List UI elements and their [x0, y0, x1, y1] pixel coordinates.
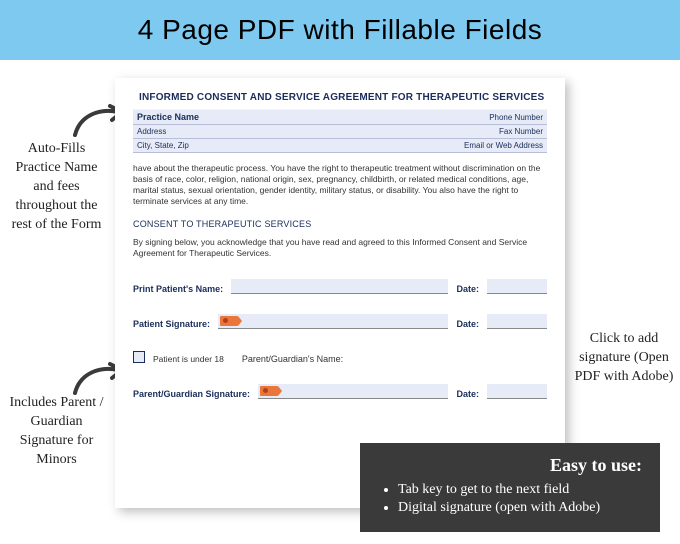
banner-title: 4 Page PDF with Fillable Fields: [138, 14, 543, 46]
print-name-label: Print Patient's Name:: [133, 284, 223, 294]
patient-signature-row: Patient Signature: Date:: [133, 314, 547, 329]
annotation-parent-signature: Includes Parent / Guardian Signature for…: [4, 394, 109, 470]
guardian-signature-date-input[interactable]: [487, 384, 547, 399]
date-label: Date:: [456, 319, 479, 329]
easy-title: Easy to use:: [378, 455, 642, 476]
print-name-row: Print Patient's Name: Date:: [133, 279, 547, 294]
guardian-signature-row: Parent/Guardian Signature: Date:: [133, 384, 547, 399]
patient-signature-label: Patient Signature:: [133, 319, 210, 329]
easy-list: Tab key to get to the next field Digital…: [378, 482, 642, 516]
signature-flag-icon: [220, 316, 238, 326]
city-field[interactable]: City, State, Zip: [133, 139, 318, 153]
guardian-signature-label: Parent/Guardian Signature:: [133, 389, 250, 399]
consent-heading: CONSENT TO THERAPEUTIC SERVICES: [133, 219, 547, 229]
body-paragraph: have about the therapeutic process. You …: [133, 163, 547, 207]
signature-flag-icon: [260, 386, 278, 396]
guardian-signature-input[interactable]: [258, 384, 448, 399]
address-field[interactable]: Address: [133, 125, 318, 139]
annotation-click-signature: Click to add signature (Open PDF with Ad…: [574, 330, 674, 387]
practice-header-table: Practice Name Phone Number Address Fax N…: [133, 109, 547, 153]
minor-row: Patient is under 18 Parent/Guardian's Na…: [133, 351, 547, 364]
practice-name-field[interactable]: Practice Name: [133, 110, 318, 125]
patient-signature-input[interactable]: [218, 314, 448, 329]
under-18-label: Patient is under 18: [153, 354, 224, 364]
print-name-input[interactable]: [231, 279, 448, 294]
easy-to-use-callout: Easy to use: Tab key to get to the next …: [360, 443, 660, 532]
banner: 4 Page PDF with Fillable Fields: [0, 0, 680, 60]
list-item: Tab key to get to the next field: [398, 482, 642, 498]
guardian-name-label: Parent/Guardian's Name:: [242, 354, 343, 364]
document-heading-row: INFORMED CONSENT AND SERVICE AGREEMENT F…: [133, 92, 547, 103]
date-label: Date:: [456, 389, 479, 399]
annotation-auto-fill: Auto-Fills Practice Name and fees throug…: [4, 140, 109, 234]
date-label: Date:: [456, 284, 479, 294]
document-heading: INFORMED CONSENT AND SERVICE AGREEMENT F…: [139, 92, 544, 103]
consent-text: By signing below, you acknowledge that y…: [133, 237, 547, 259]
list-item: Digital signature (open with Adobe): [398, 500, 642, 516]
under-18-checkbox[interactable]: [133, 351, 145, 363]
email-field[interactable]: Email or Web Address: [318, 139, 547, 153]
print-name-date-input[interactable]: [487, 279, 547, 294]
patient-signature-date-input[interactable]: [487, 314, 547, 329]
phone-field[interactable]: Phone Number: [318, 110, 547, 125]
fax-field[interactable]: Fax Number: [318, 125, 547, 139]
